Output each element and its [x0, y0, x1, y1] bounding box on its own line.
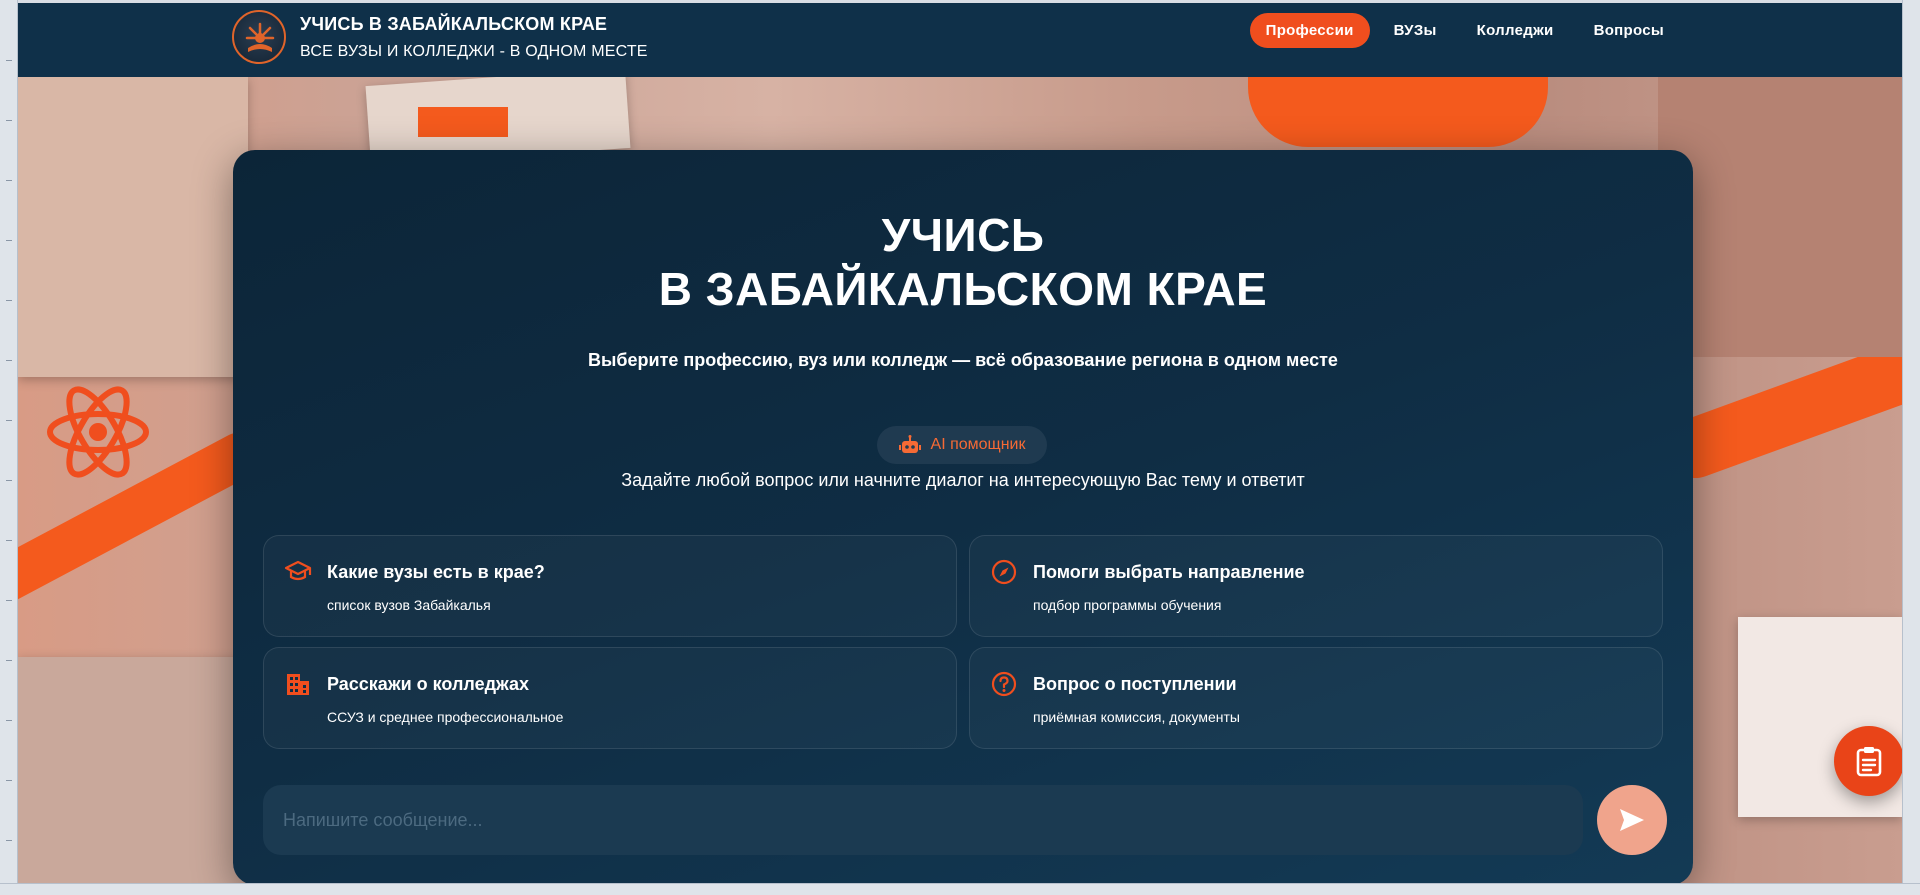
site-subtitle: ВСЕ ВУЗЫ И КОЛЛЕДЖИ - В ОДНОМ МЕСТЕ — [300, 42, 648, 60]
page: УЧИСЬ В ЗАБАЙКАЛЬСКОМ КРАЕ ВСЕ ВУЗЫ И КО… — [18, 3, 1902, 883]
vertical-scrollbar[interactable] — [1902, 0, 1920, 895]
hero-title-line2: В ЗАБАЙКАЛЬСКОМ КРАЕ — [658, 263, 1268, 315]
suggestion-universities[interactable]: Какие вузы есть в крае? список вузов Заб… — [263, 535, 957, 637]
suggestion-title: Помоги выбрать направление — [1033, 562, 1305, 582]
hero-title-line1: УЧИСЬ — [881, 209, 1045, 261]
orange-shape-small — [418, 107, 508, 137]
notebook-photo — [18, 77, 248, 377]
suggestion-direction[interactable]: Помоги выбрать направление подбор програ… — [969, 535, 1663, 637]
clipboard-icon — [1856, 747, 1882, 777]
send-button[interactable] — [1597, 785, 1667, 855]
robot-icon — [898, 435, 921, 453]
question-circle-icon — [991, 671, 1017, 697]
hero-background: УЧИСЬ В ЗАБАЙКАЛЬСКОМ КРАЕ Выберите проф… — [18, 77, 1902, 883]
ai-assistant-badge: AI помощник — [877, 426, 1047, 464]
ai-description: Задайте любой вопрос или начните диалог … — [621, 470, 1305, 490]
main-nav: Профессии ВУЗы Колледжи Вопросы — [1249, 13, 1680, 48]
compass-icon — [991, 559, 1017, 585]
hero-subtitle: Выберите профессию, вуз или колледж — вс… — [588, 350, 1338, 370]
atom-icon — [47, 386, 149, 478]
chat-message-input[interactable] — [263, 785, 1583, 855]
suggestion-subtitle: ССУЗ и среднее профессиональное — [327, 709, 564, 725]
graduation-cap-icon — [284, 560, 312, 581]
vertical-ruler — [0, 0, 18, 895]
nav-item-colleges[interactable]: Колледжи — [1461, 13, 1570, 48]
suggestion-title: Какие вузы есть в крае? — [327, 562, 545, 582]
suggestion-subtitle: список вузов Забайкалья — [327, 597, 491, 613]
site-title: УЧИСЬ В ЗАБАЙКАЛЬСКОМ КРАЕ — [300, 13, 608, 34]
nav-item-universities[interactable]: ВУЗы — [1378, 13, 1453, 48]
suggestion-title: Расскажи о колледжах — [327, 674, 530, 694]
orange-shape-top — [1248, 77, 1548, 147]
hero-title: УЧИСЬ В ЗАБАЙКАЛЬСКОМ КРАЕ — [233, 208, 1693, 316]
assistant-card: УЧИСЬ В ЗАБАЙКАЛЬСКОМ КРАЕ Выберите проф… — [233, 150, 1693, 883]
ai-badge-label: AI помощник — [930, 436, 1026, 453]
window-status-bar — [0, 883, 1920, 895]
nav-item-questions[interactable]: Вопросы — [1578, 13, 1680, 48]
building-icon — [287, 674, 309, 695]
nav-item-professions[interactable]: Профессии — [1249, 13, 1370, 48]
suggestion-subtitle: приёмная комиссия, документы — [1033, 709, 1240, 725]
suggestion-colleges[interactable]: Расскажи о колледжах ССУЗ и среднее проф… — [263, 647, 957, 749]
clipboard-fab-button[interactable] — [1834, 726, 1902, 796]
logo — [232, 10, 286, 64]
bookshelf-photo — [1658, 77, 1902, 357]
suggestion-subtitle: подбор программы обучения — [1033, 597, 1222, 613]
suggestion-title: Вопрос о поступлении — [1033, 674, 1237, 694]
landscape-photo — [18, 657, 248, 883]
suggestion-admission[interactable]: Вопрос о поступлении приёмная комиссия, … — [969, 647, 1663, 749]
send-icon — [1620, 809, 1644, 831]
site-header: УЧИСЬ В ЗАБАЙКАЛЬСКОМ КРАЕ ВСЕ ВУЗЫ И КО… — [18, 3, 1902, 77]
brand[interactable]: УЧИСЬ В ЗАБАЙКАЛЬСКОМ КРАЕ ВСЕ ВУЗЫ И КО… — [232, 10, 648, 64]
